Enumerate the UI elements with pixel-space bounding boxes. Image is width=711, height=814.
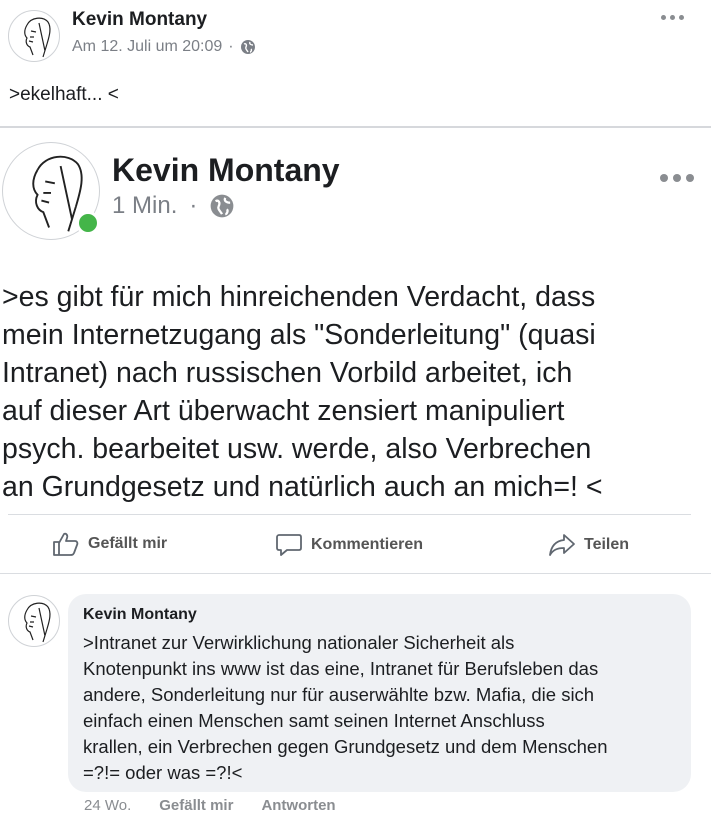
- post-text-line: an Grundgesetz und natürlich auch an mic…: [2, 471, 603, 503]
- online-status-indicator: [76, 211, 100, 235]
- comment-bubble-icon: [276, 534, 302, 556]
- comment-text-line: =?!= oder was =?!<: [83, 762, 243, 783]
- avatar-sketch-icon: [24, 602, 51, 643]
- post-text-line: Intranet) nach russischen Vorbild arbeit…: [2, 357, 573, 389]
- avatar[interactable]: [8, 595, 60, 647]
- more-options-button[interactable]: [661, 15, 684, 20]
- comment-text: >Intranet zur Verwirklichung nationaler …: [83, 630, 608, 786]
- comment-label: Kommentieren: [311, 536, 424, 553]
- comment-text-line: krallen, ein Verbrechen gegen Grundgeset…: [83, 736, 608, 757]
- like-label: Gefällt mir: [88, 535, 168, 552]
- share-label: Teilen: [584, 536, 630, 553]
- comment-text-line: andere, Sonderleitung nur für auserwählt…: [83, 684, 595, 705]
- thumbs-up-icon: [53, 532, 79, 556]
- post-text-line: auf dieser Art überwacht zensiert manipu…: [2, 395, 565, 427]
- comment-reply-button[interactable]: Antworten: [261, 797, 335, 814]
- post-timestamp[interactable]: Am 12. Juli um 20:09: [72, 38, 222, 56]
- post-text: >ekelhaft... <: [9, 84, 119, 105]
- comment-time[interactable]: 24 Wo.: [84, 797, 131, 814]
- post-timestamp[interactable]: 1 Min.: [112, 192, 177, 220]
- comment-text-line: einfach einen Menschen samt seinen Inter…: [83, 710, 545, 731]
- globe-icon: [210, 194, 234, 218]
- post-text-line: >es gibt für mich hinreichenden Verdacht…: [2, 281, 596, 313]
- comment-text-line: >Intranet zur Verwirklichung nationaler …: [83, 632, 515, 653]
- meta-separator: ·: [189, 192, 198, 219]
- comments-divider: [0, 573, 711, 574]
- comment-like-button[interactable]: Gefällt mir: [159, 797, 233, 814]
- post-author[interactable]: Kevin Montany: [72, 9, 207, 31]
- more-options-button[interactable]: [660, 174, 694, 182]
- share-button[interactable]: Teilen: [548, 532, 629, 558]
- comment-text-line: Knotenpunkt ins www ist das eine, Intran…: [83, 658, 599, 679]
- post-text: >es gibt für mich hinreichenden Verdacht…: [2, 278, 602, 506]
- like-button[interactable]: Gefällt mir: [52, 531, 167, 557]
- comment-author[interactable]: Kevin Montany: [83, 606, 197, 624]
- avatar-sketch-icon: [24, 17, 51, 58]
- post-meta: Am 12. Juli um 20:09 ·: [72, 38, 256, 56]
- comment-bubble: Kevin Montany >Intranet zur Verwirklichu…: [68, 594, 691, 792]
- post-text-line: mein Internetzugang als "Sonderleitung" …: [2, 319, 596, 351]
- avatar[interactable]: [8, 10, 60, 62]
- comment-footer: 24 Wo. Gefällt mir Antworten: [84, 797, 336, 814]
- post-text-line: psych. bearbeitet usw. werde, also Verbr…: [2, 433, 592, 465]
- globe-icon: [240, 40, 255, 54]
- section-divider: [0, 126, 711, 128]
- share-arrow-icon: [549, 534, 575, 556]
- comment-button[interactable]: Kommentieren: [275, 532, 423, 558]
- post-meta: 1 Min. ·: [112, 192, 235, 220]
- meta-separator: ·: [228, 38, 234, 55]
- post-author[interactable]: Kevin Montany: [112, 152, 340, 189]
- actions-divider: [8, 514, 691, 515]
